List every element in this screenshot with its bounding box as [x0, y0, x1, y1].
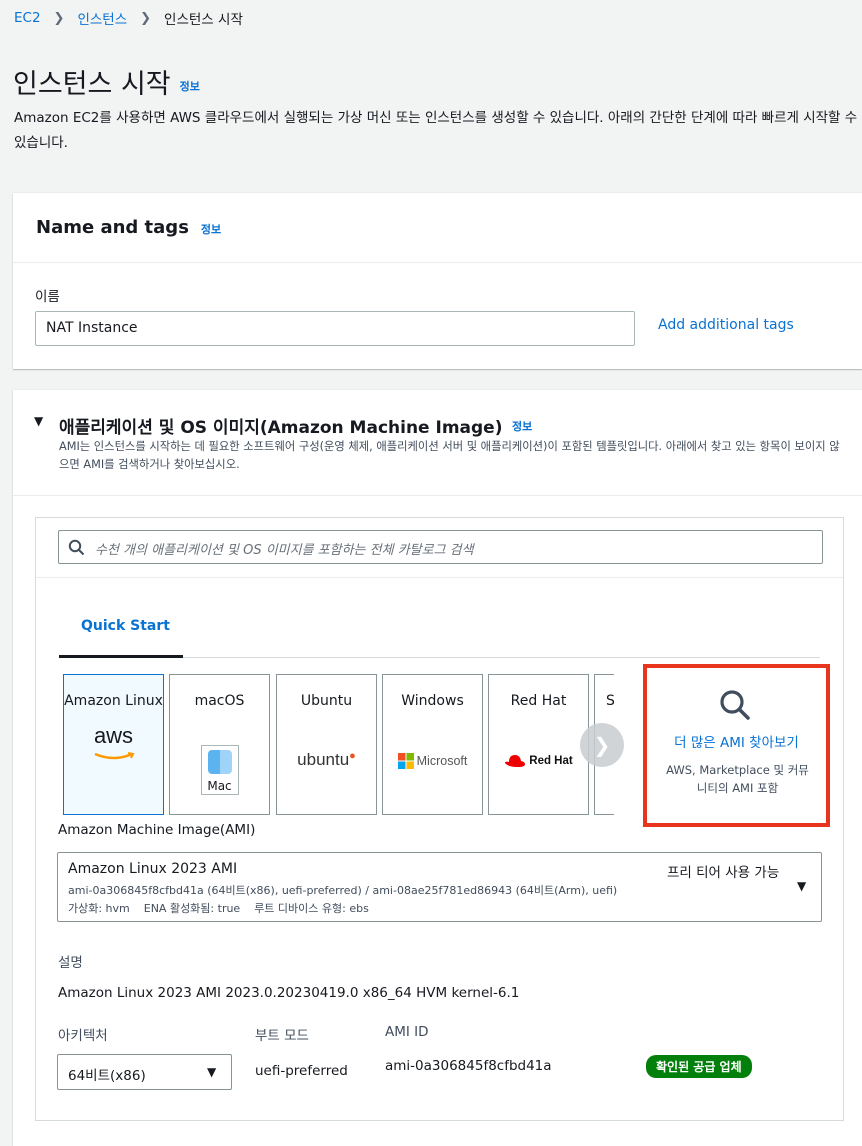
panel-title: Name and tags: [36, 217, 189, 238]
arch-select-value: 64비트(x86): [68, 1068, 146, 1084]
tile-label: Windows: [401, 693, 464, 709]
name-and-tags-panel: Name and tags 정보 이름 NAT Instance Add addi…: [13, 193, 862, 369]
ami-tile-macos[interactable]: macOS Mac: [169, 674, 270, 815]
info-link[interactable]: 정보: [180, 80, 200, 93]
add-tags-link[interactable]: Add additional tags: [658, 317, 794, 333]
aws-logo-icon: aws: [93, 723, 134, 748]
aws-smile-icon: [94, 752, 134, 760]
boot-mode-value: uefi-preferred: [255, 1063, 348, 1079]
browse-more-amis-button[interactable]: 더 많은 AMI 찾아보기 AWS, Marketplace 및 커뮤니티의 A…: [643, 664, 830, 827]
page-description: Amazon EC2를 사용하면 AWS 클라우드에서 실행되는 가상 머신 또…: [14, 110, 858, 151]
tile-label: Red Hat: [510, 693, 567, 709]
ami-select[interactable]: Amazon Linux 2023 AMI 프리 티어 사용 가능 ami-0a…: [57, 852, 822, 922]
tab-quick-start[interactable]: Quick Start: [81, 618, 170, 634]
name-input[interactable]: NAT Instance: [35, 311, 635, 346]
panel-header: ▼ 애플리케이션 및 OS 이미지(Amazon Machine Image) …: [13, 390, 862, 496]
breadcrumb: EC2 ❯ 인스턴스 ❯ 인스턴스 시작: [14, 8, 243, 28]
ami-select-ids: ami-0a306845f8cfbd41a (64비트(x86), uefi-p…: [68, 884, 618, 897]
search-icon: [720, 690, 750, 720]
page-title-text: 인스턴스 시작: [13, 69, 171, 100]
ubuntu-logo-icon: ubuntu●: [297, 750, 356, 769]
description-value: Amazon Linux 2023 AMI 2023.0.20230419.0 …: [58, 985, 520, 1001]
arch-select[interactable]: 64비트(x86) ▼: [57, 1054, 232, 1090]
breadcrumb-current: 인스턴스 시작: [164, 12, 243, 28]
chevron-right-icon: ❯: [53, 10, 65, 26]
ami-label: Amazon Machine Image(AMI): [58, 822, 256, 838]
caret-down-icon: ▼: [797, 879, 807, 893]
ami-select-name: Amazon Linux 2023 AMI: [68, 861, 238, 877]
active-tab-indicator: [59, 655, 183, 658]
browse-more-title: 더 많은 AMI 찾아보기: [674, 735, 799, 751]
tile-label: S: [606, 693, 615, 709]
microsoft-logo-icon: Microsoft: [383, 753, 482, 769]
tile-label: Ubuntu: [300, 693, 353, 709]
tile-label: macOS: [194, 693, 245, 709]
name-label: 이름: [35, 289, 60, 305]
caret-down-icon: ▼: [207, 1065, 217, 1079]
caret-down-icon[interactable]: ▼: [34, 414, 43, 428]
ami-tile-windows[interactable]: Windows Microsoft: [382, 674, 483, 815]
ami-search-input[interactable]: 수천 개의 애플리케이션 및 OS 이미지를 포함하는 전체 카탈로그 검색: [58, 530, 823, 564]
info-link[interactable]: 정보: [201, 223, 221, 236]
free-tier-label: 프리 티어 사용 가능: [667, 865, 780, 881]
ami-tile-ubuntu[interactable]: Ubuntu ubuntu●: [276, 674, 377, 815]
mac-logo-icon: Mac: [200, 745, 239, 795]
ami-id-label: AMI ID: [385, 1024, 429, 1040]
tile-label: Amazon Linux: [64, 693, 163, 709]
ami-tile-amazon-linux[interactable]: Amazon Linux aws: [63, 674, 164, 815]
redhat-logo-icon: Red Hat: [489, 753, 588, 769]
tab-divider: [183, 657, 820, 658]
ami-id-value: ami-0a306845f8cfbd41a: [385, 1058, 552, 1074]
ami-tile-redhat[interactable]: Red Hat Red Hat: [488, 674, 589, 815]
search-icon: [68, 539, 85, 556]
description-label: 설명: [58, 955, 83, 971]
ami-select-meta: 가상화: hvm ENA 활성화됨: true 루트 디바이스 유형: ebs: [68, 902, 369, 915]
ami-description: AMI는 인스턴스를 시작하는 데 필요한 소프트웨어 구성(운영 체제, 애플…: [59, 440, 840, 471]
page-title: 인스턴스 시작 정보: [13, 62, 200, 101]
verified-provider-badge: 확인된 공급 업체: [646, 1055, 752, 1078]
browse-more-subtitle: AWS, Marketplace 및 커뮤니티의 AMI 포함: [666, 763, 809, 795]
info-link[interactable]: 정보: [512, 418, 532, 434]
search-placeholder: 수천 개의 애플리케이션 및 OS 이미지를 포함하는 전체 카탈로그 검색: [95, 543, 474, 558]
chevron-right-icon[interactable]: ❯: [580, 723, 624, 767]
boot-mode-label: 부트 모드: [255, 1028, 309, 1044]
arch-label: 아키텍처: [58, 1028, 108, 1044]
breadcrumb-ec2[interactable]: EC2: [14, 10, 41, 26]
panel-header: Name and tags 정보: [13, 193, 862, 263]
chevron-right-icon: ❯: [140, 10, 152, 26]
panel-title: 애플리케이션 및 OS 이미지(Amazon Machine Image): [59, 418, 503, 438]
breadcrumb-instances[interactable]: 인스턴스: [77, 8, 127, 28]
